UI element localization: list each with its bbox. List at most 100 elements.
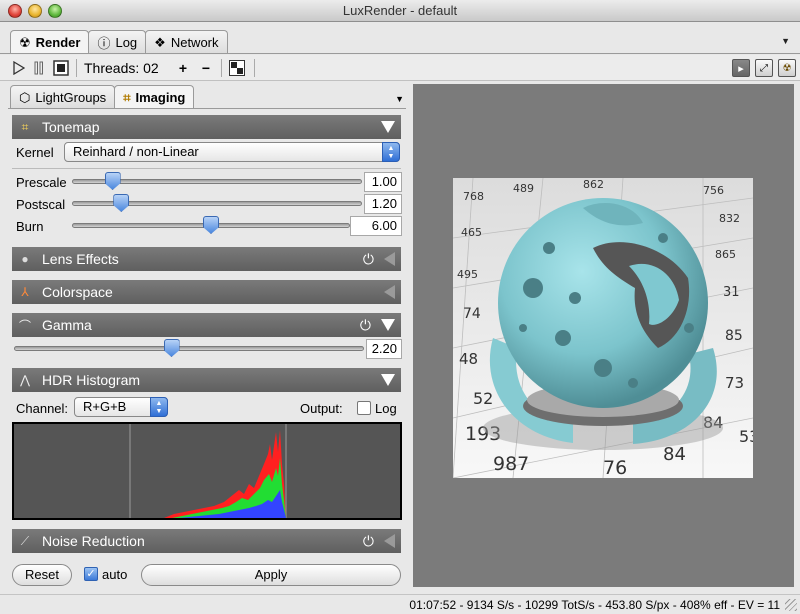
prescale-slider[interactable] xyxy=(72,172,362,190)
zoom-tool-icon[interactable]: ⤢ xyxy=(755,58,773,78)
log-checkbox[interactable] xyxy=(357,401,371,415)
minimize-window-button[interactable] xyxy=(28,4,42,18)
zoom-window-button[interactable] xyxy=(48,4,62,18)
rendered-image: 768 489 862 756 465 832 495 865 74 31 48… xyxy=(453,178,753,478)
render-number: 31 xyxy=(723,285,740,300)
select-arrows-icon: ▲ ▼ xyxy=(382,142,400,162)
render-number: 832 xyxy=(719,212,740,225)
render-number: 495 xyxy=(457,268,478,281)
render-number: 756 xyxy=(703,184,724,197)
auto-checkbox[interactable]: ✓ xyxy=(84,567,98,581)
render-number: 85 xyxy=(725,328,743,344)
gamma-slider[interactable] xyxy=(14,339,364,357)
lens-icon: ● xyxy=(21,252,29,266)
title-bar: LuxRender - default xyxy=(0,0,800,22)
radiation-icon: ☢ xyxy=(19,34,31,50)
postscale-value[interactable]: 1.20 xyxy=(364,194,402,214)
render-number: 52 xyxy=(473,389,493,408)
close-window-button[interactable] xyxy=(8,4,22,18)
cursor-tool-icon[interactable]: ▸ xyxy=(732,58,750,78)
postscale-slider-thumb[interactable] xyxy=(113,194,130,212)
log-label: Log xyxy=(375,401,397,416)
render-number: 73 xyxy=(725,374,744,392)
render-number: 84 xyxy=(663,444,686,465)
apply-button[interactable]: Apply xyxy=(141,564,401,586)
collapse-icon[interactable] xyxy=(381,121,395,133)
channel-label: Channel: xyxy=(16,401,69,416)
render-number: 489 xyxy=(513,182,534,195)
tab-imaging[interactable]: ⌗ Imaging xyxy=(114,85,195,109)
copy-image-icon[interactable] xyxy=(228,58,246,78)
render-number: 465 xyxy=(461,226,482,239)
burn-slider-thumb[interactable] xyxy=(203,216,219,234)
channel-select[interactable]: R+G+B ▲ ▼ xyxy=(74,397,168,417)
power-icon[interactable]: ⏻ xyxy=(363,251,374,268)
network-icon: ❖ xyxy=(154,34,166,50)
lens-effects-header[interactable]: ● Lens Effects ⏻ xyxy=(12,247,401,271)
expand-icon[interactable] xyxy=(384,285,395,299)
add-thread-icon[interactable]: + xyxy=(175,58,191,78)
render-number: 48 xyxy=(459,350,478,368)
histogram-graph xyxy=(129,424,287,518)
histogram-view xyxy=(12,422,402,520)
burn-value[interactable]: 6.00 xyxy=(350,216,402,236)
stop-icon[interactable] xyxy=(52,58,70,78)
postscale-label: Postscal xyxy=(16,197,66,212)
remove-thread-icon[interactable]: − xyxy=(198,58,214,78)
render-number: 768 xyxy=(463,190,484,203)
resize-grip-icon[interactable] xyxy=(785,599,797,611)
pause-icon[interactable] xyxy=(31,58,47,78)
render-stats: 01:07:52 - 9134 S/s - 10299 TotS/s - 453… xyxy=(409,598,780,612)
gamma-header[interactable]: ⌒ Gamma ⏻ xyxy=(12,313,401,337)
lightgroups-icon: ⬡ xyxy=(19,89,31,105)
radiation-tool-icon[interactable]: ☢ xyxy=(778,58,796,78)
render-view[interactable]: 768 489 862 756 465 832 495 865 74 31 48… xyxy=(413,84,794,587)
play-icon[interactable] xyxy=(10,58,28,78)
tonemap-icon: ⌗ xyxy=(21,119,29,134)
burn-slider[interactable] xyxy=(72,216,350,234)
collapse-icon[interactable] xyxy=(381,374,395,386)
imaging-icon: ⌗ xyxy=(123,89,131,105)
imaging-panel: ⬡ LightGroups ⌗ Imaging ▼ ⌗ Tonemap Kern… xyxy=(8,82,406,592)
hdr-histogram-header[interactable]: ⋀ HDR Histogram xyxy=(12,368,401,392)
postscale-slider[interactable] xyxy=(72,194,362,212)
colorspace-header[interactable]: ⅄ Colorspace xyxy=(12,280,401,304)
sub-tab-bar: ⬡ LightGroups ⌗ Imaging ▼ xyxy=(8,85,406,109)
tab-lightgroups[interactable]: ⬡ LightGroups xyxy=(10,85,116,109)
render-number: 74 xyxy=(463,306,481,322)
collapse-icon[interactable] xyxy=(381,319,395,331)
render-toolbar: Threads: 02 + − ▸ ⤢ ☢ xyxy=(0,55,800,81)
tab-network[interactable]: ❖ Network xyxy=(145,30,228,54)
noise-reduction-header[interactable]: ⟋ Noise Reduction ⏻ xyxy=(12,529,401,553)
expand-icon[interactable] xyxy=(384,252,395,266)
gamma-value[interactable]: 2.20 xyxy=(366,339,402,359)
render-number: 865 xyxy=(715,248,736,261)
kernel-select[interactable]: Reinhard / non-Linear ▲ ▼ xyxy=(64,142,400,162)
colorspace-icon: ⅄ xyxy=(21,285,29,299)
histogram-icon: ⋀ xyxy=(20,373,30,387)
power-icon[interactable]: ⏻ xyxy=(363,533,374,550)
tab-log[interactable]: ⓘ Log xyxy=(88,30,147,54)
tonemap-header[interactable]: ⌗ Tonemap xyxy=(12,115,401,139)
auto-label: auto xyxy=(102,567,128,582)
power-icon[interactable]: ⏻ xyxy=(360,317,371,334)
sub-tab-arrow-icon[interactable]: ▼ xyxy=(395,94,404,104)
tab-list-arrow-icon[interactable]: ▼ xyxy=(781,36,790,46)
render-number: 987 xyxy=(493,453,529,475)
reset-button[interactable]: Reset xyxy=(12,564,72,586)
prescale-slider-thumb[interactable] xyxy=(104,172,121,190)
prescale-label: Prescale xyxy=(16,175,67,190)
select-arrows-icon: ▲ ▼ xyxy=(150,397,168,417)
status-bar: 01:07:52 - 9134 S/s - 10299 TotS/s - 453… xyxy=(0,594,800,614)
gamma-slider-thumb[interactable] xyxy=(163,339,180,357)
info-icon: ⓘ xyxy=(97,36,111,51)
burn-label: Burn xyxy=(16,219,44,234)
tab-render[interactable]: ☢ Render xyxy=(10,30,90,54)
output-label: Output: xyxy=(300,401,343,416)
prescale-value[interactable]: 1.00 xyxy=(364,172,402,192)
render-number: 862 xyxy=(583,178,604,191)
render-number: 76 xyxy=(603,457,627,478)
window-title: LuxRender - default xyxy=(342,3,458,18)
expand-icon[interactable] xyxy=(384,534,395,548)
render-number: 53 xyxy=(739,427,753,446)
